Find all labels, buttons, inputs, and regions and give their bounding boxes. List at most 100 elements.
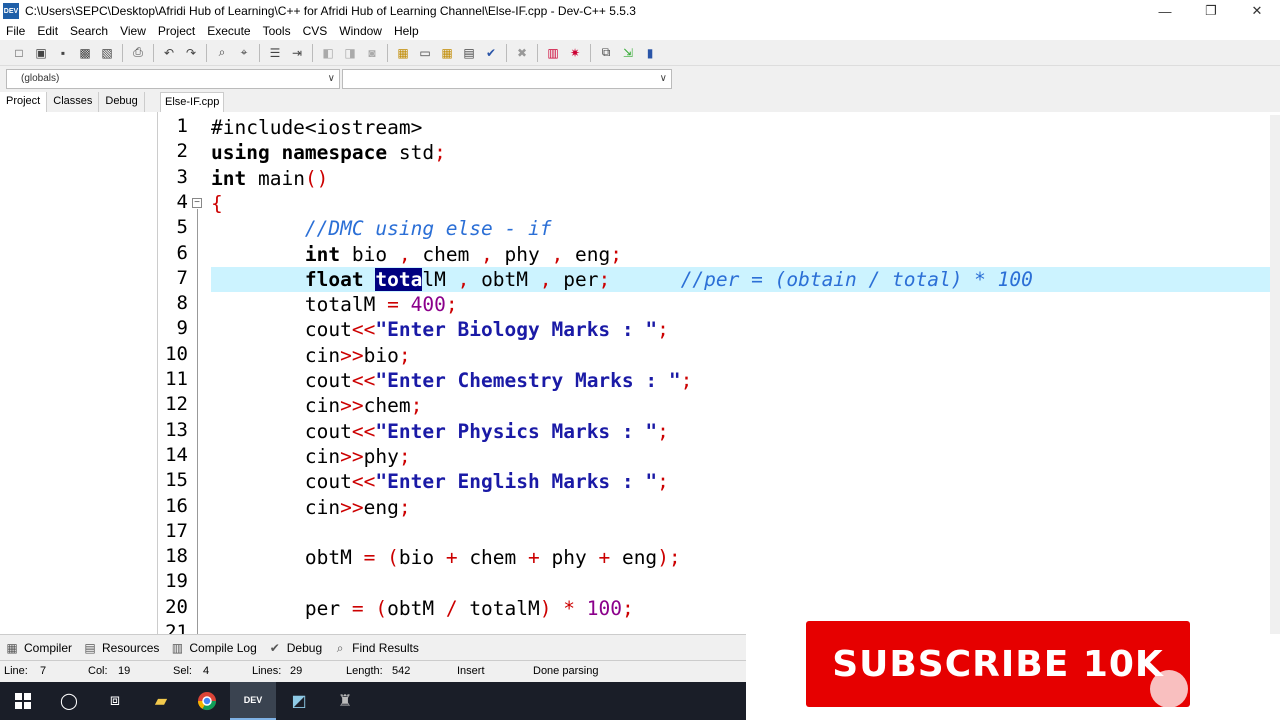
- task-view-icon[interactable]: ⧈: [92, 682, 138, 720]
- tab-find-results[interactable]: ⌕ Find Results: [332, 641, 419, 655]
- code-line[interactable]: cin>>phy;: [211, 444, 1270, 469]
- line-number: 6: [176, 241, 188, 264]
- project-new-icon[interactable]: ▦: [394, 44, 412, 62]
- code-line[interactable]: cout<<"Enter Chemestry Marks : ";: [211, 368, 1270, 393]
- compile-icon[interactable]: ◧: [319, 44, 337, 62]
- scope-combobox[interactable]: (globals) ∨: [6, 69, 340, 89]
- code-token: ;: [621, 596, 634, 620]
- new-file-icon[interactable]: □: [10, 44, 28, 62]
- minimize-button[interactable]: —: [1142, 0, 1188, 22]
- close-file-icon[interactable]: ▧: [98, 44, 116, 62]
- vertical-scrollbar[interactable]: [1270, 115, 1280, 634]
- tab-debug[interactable]: ✔ Debug: [267, 641, 322, 655]
- code-token: lM: [422, 267, 458, 291]
- profile-icon[interactable]: ▥: [544, 44, 562, 62]
- menu-search[interactable]: Search: [64, 24, 114, 38]
- replace-icon[interactable]: ⌖: [235, 44, 253, 62]
- tab-classes[interactable]: Classes: [47, 92, 100, 112]
- code-token: eng: [621, 546, 658, 570]
- code-line[interactable]: obtM = (bio + chem + phy + eng);: [211, 545, 1270, 570]
- close-button[interactable]: ✕: [1234, 0, 1280, 22]
- start-button[interactable]: [0, 682, 46, 720]
- project-add-icon[interactable]: ▭: [416, 44, 434, 62]
- line-number: 12: [165, 393, 188, 416]
- tab-project[interactable]: Project: [0, 92, 48, 112]
- devcpp-taskbar-icon[interactable]: DEV: [230, 682, 276, 720]
- code-line[interactable]: cout<<"Enter Physics Marks : ";: [211, 419, 1270, 444]
- code-token: obtM: [387, 596, 446, 620]
- stop-icon[interactable]: ◙: [363, 44, 381, 62]
- code-line[interactable]: //DMC using else - if: [211, 216, 1270, 241]
- goto-line-icon[interactable]: ⇥: [288, 44, 306, 62]
- tab-compiler[interactable]: ▦ Compiler: [4, 641, 72, 655]
- file-explorer-icon[interactable]: ▰: [138, 682, 184, 720]
- code-line[interactable]: cout<<"Enter Biology Marks : ";: [211, 317, 1270, 342]
- redo-icon[interactable]: ↷: [182, 44, 200, 62]
- code-line[interactable]: {: [211, 191, 1270, 216]
- save-all-icon[interactable]: ▩: [76, 44, 94, 62]
- find-icon[interactable]: ⌕: [213, 44, 231, 62]
- code-line[interactable]: float totalM , obtM , per; //per = (obta…: [211, 266, 1270, 292]
- window-title: C:\Users\SEPC\Desktop\Afridi Hub of Lear…: [25, 4, 636, 18]
- print-icon[interactable]: ⎙: [129, 44, 147, 62]
- code-line[interactable]: cin>>bio;: [211, 343, 1270, 368]
- fold-collapse-icon[interactable]: −: [192, 197, 202, 208]
- maximize-button[interactable]: ❐: [1188, 0, 1234, 22]
- notepad-icon[interactable]: ◩: [276, 682, 322, 720]
- code-line[interactable]: using namespace std;: [211, 140, 1270, 165]
- help-book-icon[interactable]: ▮: [641, 44, 659, 62]
- tab-debug[interactable]: Debug: [99, 92, 145, 112]
- code-line[interactable]: #include<iostream>: [211, 115, 1270, 140]
- code-token: <<: [351, 419, 376, 443]
- search-circle-icon[interactable]: ◯: [46, 682, 92, 720]
- project-options-icon[interactable]: ▤: [460, 44, 478, 62]
- code-editor[interactable]: 1 2 3 4 5 6 7 8 9 10 11 12 13 14 15 16 17 18 19 20 21− #incl…: [160, 115, 1270, 634]
- code-token: eng: [574, 242, 611, 266]
- syntax-check-icon[interactable]: ✔: [482, 44, 500, 62]
- app-icon[interactable]: ♜: [322, 682, 368, 720]
- code-line[interactable]: int bio , chem , phy , eng;: [211, 242, 1270, 267]
- code-line[interactable]: [211, 520, 1270, 545]
- menu-edit[interactable]: Edit: [31, 24, 64, 38]
- code-line[interactable]: cin>>eng;: [211, 495, 1270, 520]
- code-token: ;: [610, 242, 622, 266]
- chrome-icon[interactable]: [184, 682, 230, 720]
- bottom-tab-label: Debug: [286, 640, 323, 655]
- code-line[interactable]: totalM = 400;: [211, 292, 1270, 317]
- code-token: "Enter Biology Marks : ": [375, 318, 658, 342]
- code-line[interactable]: cout<<"Enter English Marks : ";: [211, 469, 1270, 494]
- code-line[interactable]: [211, 570, 1270, 595]
- menu-cvs[interactable]: CVS: [297, 24, 334, 38]
- code-token: chem: [422, 242, 482, 266]
- menu-help[interactable]: Help: [388, 24, 425, 38]
- undo-icon[interactable]: ↶: [160, 44, 178, 62]
- open-file-icon[interactable]: ▣: [32, 44, 50, 62]
- menu-tools[interactable]: Tools: [257, 24, 297, 38]
- menu-project[interactable]: Project: [152, 24, 201, 38]
- tab-resources[interactable]: ▤ Resources: [82, 641, 159, 655]
- cancel-icon[interactable]: ✖: [513, 44, 531, 62]
- member-combobox[interactable]: ∨: [342, 69, 672, 89]
- import-icon[interactable]: ⇲: [619, 44, 637, 62]
- tab-else-if-cpp[interactable]: Else-IF.cpp: [160, 92, 225, 112]
- code-line[interactable]: cin>>chem;: [211, 393, 1270, 418]
- code-area[interactable]: #include<iostream> using namespace std; in…: [211, 115, 1270, 634]
- status-lines-label: Lines:: [252, 665, 282, 677]
- copy-icon[interactable]: ⧉: [597, 44, 615, 62]
- debug-run-icon[interactable]: ✷: [566, 44, 584, 62]
- code-line[interactable]: int main(): [211, 166, 1270, 191]
- tab-compile-log[interactable]: ▥ Compile Log: [169, 641, 257, 655]
- menu-file[interactable]: File: [0, 24, 31, 38]
- code-line[interactable]: per = (obtM / totalM) * 100;: [211, 596, 1270, 621]
- menu-view[interactable]: View: [114, 24, 152, 38]
- project-remove-icon[interactable]: ▦: [438, 44, 456, 62]
- save-icon[interactable]: ▪: [54, 44, 72, 62]
- run-icon[interactable]: ◨: [341, 44, 359, 62]
- menu-window[interactable]: Window: [333, 24, 388, 38]
- code-token: cout: [304, 470, 352, 494]
- indent-icon[interactable]: ☰: [266, 44, 284, 62]
- menu-execute[interactable]: Execute: [201, 24, 256, 38]
- code-token: ,: [457, 267, 482, 291]
